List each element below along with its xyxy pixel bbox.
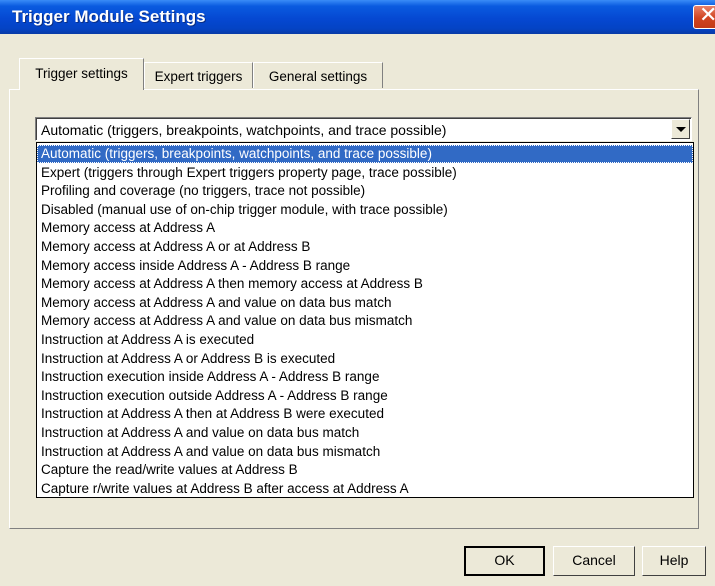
dropdown-option[interactable]: Profiling and coverage (no triggers, tra… xyxy=(37,182,693,200)
window-title: Trigger Module Settings xyxy=(12,7,206,26)
combobox-value: Automatic (triggers, breakpoints, watchp… xyxy=(41,122,447,138)
dropdown-option[interactable]: Instruction at Address A and value on da… xyxy=(37,443,693,461)
title-bar[interactable]: Trigger Module Settings ✕ xyxy=(0,0,715,34)
dropdown-option[interactable]: Memory access at Address A xyxy=(37,219,693,237)
dropdown-option[interactable]: Instruction at Address A and value on da… xyxy=(37,424,693,442)
dropdown-option[interactable]: Instruction at Address A or Address B is… xyxy=(37,350,693,368)
dropdown-option[interactable]: Capture r/write values at Address B afte… xyxy=(37,480,693,498)
dropdown-option[interactable]: Instruction at Address A then at Address… xyxy=(37,405,693,423)
dropdown-option[interactable]: Memory access at Address A or at Address… xyxy=(37,238,693,256)
chevron-down-icon xyxy=(676,127,686,132)
dropdown-option[interactable]: Instruction at Address A is executed xyxy=(37,331,693,349)
dropdown-option[interactable]: Instruction execution outside Address A … xyxy=(37,387,693,405)
dropdown-option[interactable]: Disabled (manual use of on-chip trigger … xyxy=(37,201,693,219)
dropdown-option[interactable]: Memory access inside Address A - Address… xyxy=(37,257,693,275)
cancel-button[interactable]: Cancel xyxy=(553,546,635,576)
close-button[interactable]: ✕ xyxy=(693,3,715,29)
close-icon: ✕ xyxy=(699,3,715,28)
help-button[interactable]: Help xyxy=(642,546,706,576)
tab-general-settings[interactable]: General settings xyxy=(253,62,383,88)
dropdown-option[interactable]: Expert (triggers through Expert triggers… xyxy=(37,164,693,182)
ok-button[interactable]: OK xyxy=(464,546,545,576)
dropdown-option[interactable]: Memory access at Address A and value on … xyxy=(37,294,693,312)
combobox-field: Automatic (triggers, breakpoints, watchp… xyxy=(36,118,691,140)
dropdown-button[interactable] xyxy=(671,119,690,139)
dialog-window: Trigger Module Settings ✕ Trigger settin… xyxy=(0,0,715,586)
dropdown-option[interactable]: Memory access at Address A and value on … xyxy=(37,312,693,330)
dropdown-option[interactable]: Automatic (triggers, breakpoints, watchp… xyxy=(37,145,693,164)
tab-expert-triggers[interactable]: Expert triggers xyxy=(144,62,253,88)
dropdown-option[interactable]: Memory access at Address A then memory a… xyxy=(37,275,693,293)
dropdown-list[interactable]: Automatic (triggers, breakpoints, watchp… xyxy=(36,142,694,498)
dropdown-option[interactable]: Capture the read/write values at Address… xyxy=(37,461,693,479)
tab-trigger-settings[interactable]: Trigger settings xyxy=(19,58,144,90)
dropdown-option[interactable]: Instruction execution inside Address A -… xyxy=(37,368,693,386)
trigger-mode-combobox[interactable]: Automatic (triggers, breakpoints, watchp… xyxy=(35,117,692,141)
